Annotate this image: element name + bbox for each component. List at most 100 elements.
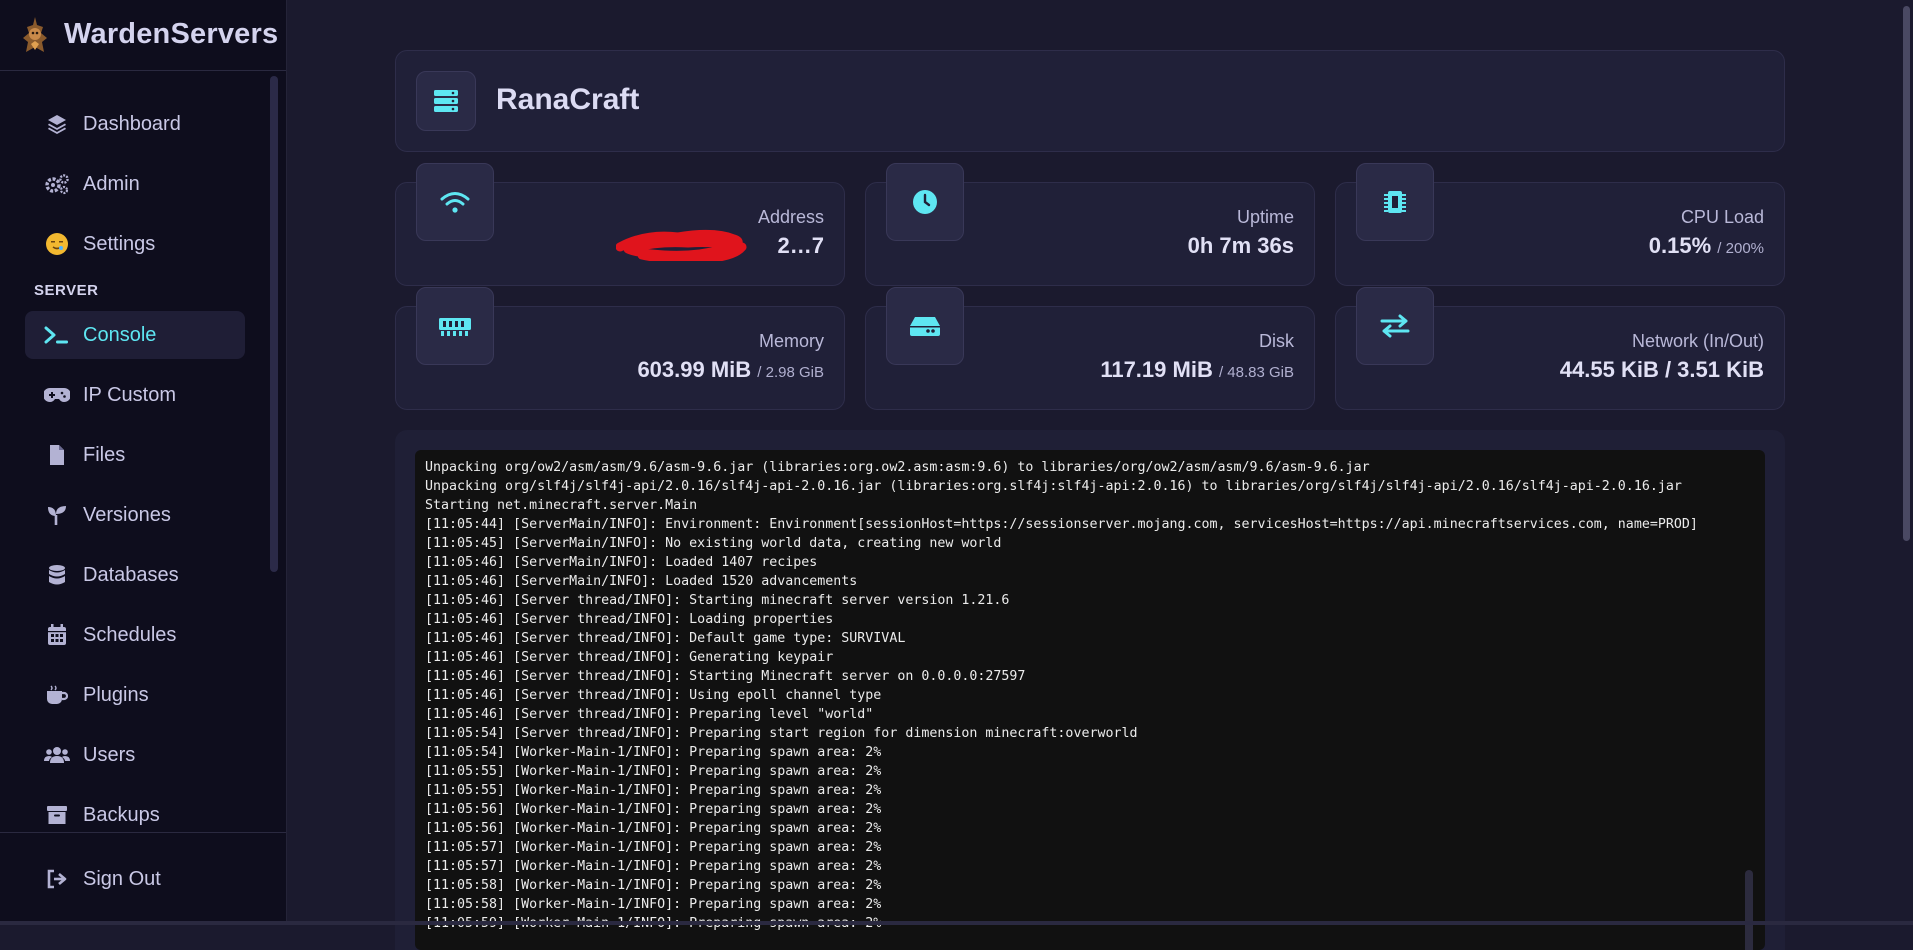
layers-icon: [43, 110, 71, 138]
stat-card-network: Network (In/Out) 44.55 KiB / 3.51 KiB: [1335, 287, 1785, 410]
disk-value: 117.19 MiB / 48.83 GiB: [1100, 357, 1294, 383]
cpu-value: 0.15% / 200%: [1649, 233, 1764, 259]
sidebar-item-users[interactable]: Users: [25, 731, 245, 779]
console-line: [11:05:57] [Worker-Main-1/INFO]: Prepari…: [425, 859, 882, 874]
mug-icon: [43, 681, 71, 709]
sidebar-scrollbar[interactable]: [270, 76, 278, 572]
window-bottom-edge: [0, 921, 1913, 925]
stat-label: CPU Load: [1680, 207, 1764, 227]
sidebar: WardenServers Dashboard Admin Settings S…: [0, 0, 287, 925]
warden-logo-icon: [23, 17, 47, 52]
console-log: Unpacking org/ow2/asm/asm/9.6/asm-9.6.ja…: [425, 458, 1698, 933]
console-line: Unpacking org/slf4j/slf4j-api/2.0.16/slf…: [425, 479, 1682, 494]
stat-icon-box: [886, 163, 964, 241]
page-scrollbar-thumb[interactable]: [1903, 6, 1910, 541]
clock-icon: [913, 190, 937, 214]
memory-value: 603.99 MiB / 2.98 GiB: [637, 357, 824, 383]
console-line: Starting net.minecraft.server.Main: [425, 498, 698, 513]
sidebar-item-label: Dashboard: [83, 112, 181, 135]
stat-icon-box: [886, 287, 964, 365]
sidebar-item-label: Users: [83, 743, 136, 766]
sidebar-footer: Sign Out: [0, 832, 286, 926]
console-line: [11:05:58] [Worker-Main-1/INFO]: Prepari…: [425, 897, 882, 912]
sidebar-item-databases[interactable]: Databases: [25, 551, 245, 599]
sidebar-item-label: Databases: [83, 563, 179, 586]
page-scrollbar[interactable]: [1901, 0, 1913, 925]
database-icon: [43, 561, 71, 589]
console-line: [11:05:54] [Worker-Main-1/INFO]: Prepari…: [425, 745, 882, 760]
console-line: [11:05:45] [ServerMain/INFO]: No existin…: [425, 536, 1002, 551]
console-line: [11:05:46] [Server thread/INFO]: Startin…: [425, 669, 1026, 684]
sign-out-label: Sign Out: [83, 867, 161, 890]
sidebar-item-admin[interactable]: Admin: [25, 160, 245, 208]
stat-card-memory: Memory 603.99 MiB / 2.98 GiB: [395, 287, 845, 410]
address-value[interactable]: 2…7: [778, 233, 824, 259]
sidebar-item-ip-custom[interactable]: IP Custom: [25, 371, 245, 419]
console-line: [11:05:46] [Server thread/INFO]: Prepari…: [425, 707, 874, 722]
sidebar-item-label: Schedules: [83, 623, 177, 646]
stat-label: Disk: [1259, 331, 1294, 351]
console-output[interactable]: Unpacking org/ow2/asm/asm/9.6/asm-9.6.ja…: [415, 450, 1765, 950]
console-line: [11:05:55] [Worker-Main-1/INFO]: Prepari…: [425, 783, 882, 798]
server-icon: [434, 90, 458, 112]
sidebar-item-label: Admin: [83, 172, 140, 195]
sidebar-item-files[interactable]: Files: [25, 431, 245, 479]
sidebar-item-settings[interactable]: Settings: [25, 220, 245, 268]
memory-icon: [439, 318, 471, 336]
sidebar-item-schedules[interactable]: Schedules: [25, 611, 245, 659]
exchange-arrows-icon: [1380, 314, 1410, 338]
file-icon: [43, 441, 71, 469]
console-line: Unpacking org/ow2/asm/asm/9.6/asm-9.6.ja…: [425, 460, 1370, 475]
sign-out-icon: [43, 865, 71, 893]
sidebar-item-console[interactable]: Console: [25, 311, 245, 359]
calendar-icon: [43, 621, 71, 649]
console-line: [11:05:44] [ServerMain/INFO]: Environmen…: [425, 517, 1698, 532]
console-line: [11:05:55] [Worker-Main-1/INFO]: Prepari…: [425, 764, 882, 779]
cpu-limit: / 200%: [1717, 240, 1764, 257]
console-line: [11:05:46] [Server thread/INFO]: Generat…: [425, 650, 834, 665]
sidebar-item-label: Console: [83, 323, 157, 346]
console-line: [11:05:46] [ServerMain/INFO]: Loaded 140…: [425, 555, 818, 570]
sidebar-item-dashboard[interactable]: Dashboard: [25, 100, 245, 148]
console-line: [11:05:46] [Server thread/INFO]: Startin…: [425, 593, 1010, 608]
section-label-server: SERVER: [34, 282, 99, 299]
stat-icon-box: [1356, 287, 1434, 365]
brand-name[interactable]: WardenServers: [64, 18, 278, 51]
wifi-icon: [440, 192, 470, 213]
console-line: [11:05:46] [Server thread/INFO]: Using e…: [425, 688, 882, 703]
stat-label: Uptime: [1236, 207, 1294, 227]
sidebar-item-label: Versiones: [83, 503, 171, 526]
sidebar-item-label: Files: [83, 443, 126, 466]
sidebar-item-plugins[interactable]: Plugins: [25, 671, 245, 719]
sign-out-button[interactable]: Sign Out: [25, 855, 245, 903]
disk-limit: / 48.83 GiB: [1218, 364, 1294, 381]
cpu-chip-icon: [1384, 191, 1406, 213]
sidebar-item-versiones[interactable]: Versiones: [25, 491, 245, 539]
brand-header: WardenServers: [0, 0, 286, 71]
sidebar-item-label: Backups: [83, 803, 160, 826]
console-line: [11:05:46] [Server thread/INFO]: Loading…: [425, 612, 834, 627]
network-value: 44.55 KiB / 3.51 KiB: [1559, 357, 1764, 382]
archive-icon: [43, 801, 71, 829]
hard-drive-icon: [910, 317, 940, 336]
stat-label: Address: [757, 207, 824, 227]
disk-usage: 117.19 MiB: [1100, 357, 1213, 382]
gears-icon: [43, 170, 71, 198]
console-line: [11:05:46] [ServerMain/INFO]: Loaded 152…: [425, 574, 858, 589]
cpu-usage: 0.15%: [1648, 233, 1712, 258]
sidebar-item-label: IP Custom: [83, 383, 176, 406]
gamepad-icon: [43, 381, 71, 409]
console-scrollbar[interactable]: [1745, 870, 1753, 950]
server-header-card: RanaCraft: [395, 50, 1785, 152]
sidebar-item-backups[interactable]: Backups: [25, 791, 245, 830]
console-line: [11:05:56] [Worker-Main-1/INFO]: Prepari…: [425, 821, 882, 836]
sidebar-nav: Dashboard Admin Settings SERVER Console: [0, 74, 286, 830]
stat-card-uptime: Uptime 0h 7m 36s: [865, 163, 1315, 286]
console-line: [11:05:57] [Worker-Main-1/INFO]: Prepari…: [425, 840, 882, 855]
redaction-scribble: [616, 229, 747, 261]
console-line: [11:05:56] [Worker-Main-1/INFO]: Prepari…: [425, 802, 882, 817]
stat-card-address: Address 2…7: [395, 163, 845, 286]
sidebar-item-label: Settings: [83, 232, 156, 255]
memory-usage: 603.99 MiB: [637, 357, 752, 382]
main-content: RanaCraft Address 2…7 Uptime 0h 7m 36s C…: [287, 0, 1905, 950]
